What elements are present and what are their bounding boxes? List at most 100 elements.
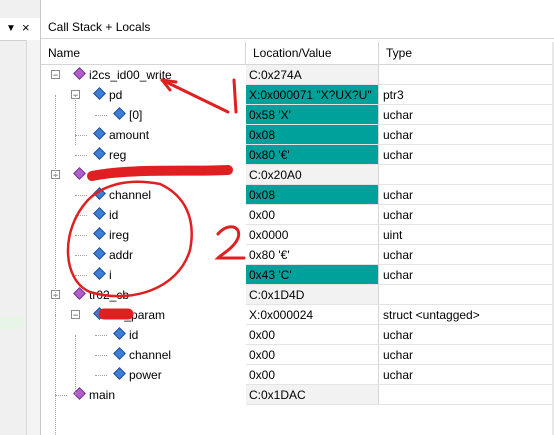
collapse-toggle-icon[interactable]: − [71,310,80,320]
location-value-cell[interactable]: C:0x20A0 [246,165,379,185]
location-value-cell[interactable]: 0x08 [246,185,379,205]
item-name-label: channel [109,188,152,202]
function-icon [73,67,86,80]
local-variable-row[interactable]: channel 0x00 uchar [41,345,554,365]
location-value-cell[interactable]: C:0x1D4D [246,285,379,305]
variable-icon [113,347,126,360]
variable-icon [113,327,126,340]
tree-connector [75,135,87,136]
left-pane-selection [0,317,24,329]
tree-connector [55,395,67,396]
type-cell: struct <untagged> [379,305,554,325]
location-value-cell[interactable]: 0x00 [246,325,379,345]
local-variable-row[interactable]: channel 0x08 uchar [41,185,554,205]
local-variable-row[interactable]: amount 0x08 uchar [41,125,554,145]
location-value-cell[interactable]: 0x00 [246,365,379,385]
location-value-cell[interactable]: X:0x000024 [246,305,379,325]
location-value-cell[interactable]: 0x43 'C' [246,265,379,285]
variable-icon [93,307,106,320]
function-icon [73,287,86,300]
location-value-cell[interactable]: 0x00 [246,205,379,225]
type-cell: uchar [379,145,554,165]
item-name-label: channel [129,348,172,362]
tree-connector [75,255,87,256]
name-cell: channel [41,345,246,365]
name-cell: reg [41,145,246,165]
location-value-cell[interactable]: X:0x000071 "X?UX?U" [246,85,379,105]
type-cell: uchar [379,205,554,225]
item-name-label: main [89,388,116,402]
tree-connector [75,235,87,236]
local-variable-row[interactable]: power 0x00 uchar [41,365,554,385]
location-value-cell[interactable]: 0x80 '€' [246,145,379,165]
left-pane-scrollbar[interactable] [26,40,40,435]
column-header-name[interactable]: Name [41,42,246,64]
local-variable-row[interactable]: − init_param X:0x000024 struct <untagged> [41,305,554,325]
item-name-label: amount [109,128,150,142]
location-value-cell[interactable]: 0x08 [246,125,379,145]
dropdown-arrow-icon[interactable]: ▼ [6,23,16,34]
tree-connector [75,215,87,216]
name-cell: − [41,165,246,185]
name-cell: ireg [41,225,246,245]
item-name-label: pd [109,88,123,102]
tree-connector [95,375,107,376]
local-variable-row[interactable]: addr 0x80 '€' uchar [41,245,554,265]
name-cell: i [41,265,246,285]
tree-connector [95,355,107,356]
item-name-label: i [109,268,112,282]
location-value-cell[interactable]: 0x00 [246,345,379,365]
type-cell [379,65,554,85]
name-cell: − i2cs_id00_write [41,65,246,85]
call-stack-frame-row[interactable]: − C:0x20A0 [41,165,554,185]
panel-title-bar: Call Stack + Locals [41,16,554,39]
item-name-label: tr02_cb [89,288,130,302]
variable-icon [93,87,106,100]
variable-icon [113,107,126,120]
local-variable-row[interactable]: id 0x00 uchar [41,205,554,225]
local-variable-row[interactable]: i 0x43 'C' uchar [41,265,554,285]
name-cell: channel [41,185,246,205]
call-stack-frame-row[interactable]: main C:0x1DAC [41,385,554,405]
name-cell: − init_param [41,305,246,325]
name-cell: addr [41,245,246,265]
name-cell: main [41,385,246,405]
left-pane-close-icon[interactable]: × [22,20,30,35]
collapse-toggle-icon[interactable]: − [51,70,60,80]
location-value-cell[interactable]: 0x58 'X' [246,105,379,125]
item-name-label: power [129,368,162,382]
item-name-label: id [109,208,119,222]
variable-icon [93,187,106,200]
item-name-label: addr [109,248,134,262]
local-variable-row[interactable]: id 0x00 uchar [41,325,554,345]
variable-icon [113,367,126,380]
item-name-label: reg [109,148,127,162]
item-name-label: id [129,328,139,342]
tree-guide-line [75,95,76,145]
column-header-location-value[interactable]: Location/Value [246,42,379,64]
name-cell: − tr02_cb [41,285,246,305]
panel-title: Call Stack + Locals [48,20,151,34]
tree-connector [75,155,87,156]
call-stack-frame-row[interactable]: − tr02_cb C:0x1D4D [41,285,554,305]
type-cell: uchar [379,185,554,205]
location-value-cell[interactable]: 0x80 '€' [246,245,379,265]
location-value-cell[interactable]: C:0x1DAC [246,385,379,405]
type-cell: uchar [379,245,554,265]
local-variable-row[interactable]: [0] 0x58 'X' uchar [41,105,554,125]
name-cell: amount [41,125,246,145]
name-cell: id [41,205,246,225]
call-stack-frame-row[interactable]: − i2cs_id00_write C:0x274A [41,65,554,85]
item-name-label: init_param [109,308,166,322]
location-value-cell[interactable]: C:0x274A [246,65,379,85]
type-cell [379,285,554,305]
type-cell: uchar [379,125,554,145]
column-header-type[interactable]: Type [379,42,554,64]
function-icon [73,167,86,180]
tree-guide-line [55,315,56,435]
local-variable-row[interactable]: reg 0x80 '€' uchar [41,145,554,165]
location-value-cell[interactable]: 0x0000 [246,225,379,245]
local-variable-row[interactable]: − pd X:0x000071 "X?UX?U" ptr3 [41,85,554,105]
local-variable-row[interactable]: ireg 0x0000 uint [41,225,554,245]
left-pane-toolbar: ▼ × [0,18,40,41]
